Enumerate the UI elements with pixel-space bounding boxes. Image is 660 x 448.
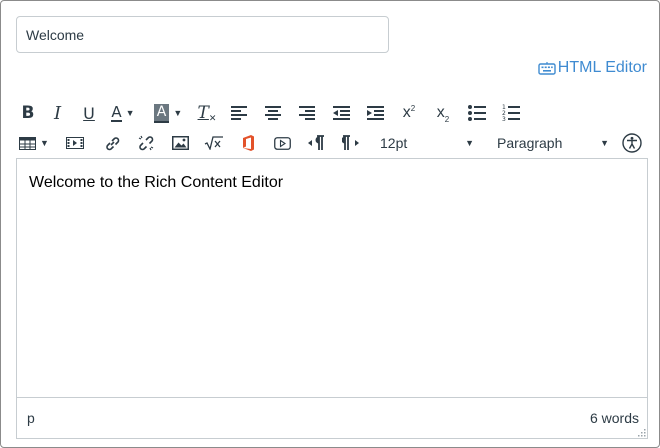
table-icon: [19, 136, 37, 150]
chevron-down-icon: ▼: [465, 138, 474, 148]
numbered-list-button[interactable]: 123: [494, 100, 528, 126]
underline-label: U: [83, 103, 95, 123]
superscript-button[interactable]: x 2: [392, 100, 426, 126]
table-button[interactable]: ▼: [17, 130, 51, 156]
font-size-value: 12pt: [380, 135, 408, 151]
editor-paragraph: Welcome to the Rich Content Editor: [29, 174, 284, 191]
insert-toolbar: ▼ 12pt ▼ Paragraph ▼: [17, 130, 649, 156]
font-size-select[interactable]: 12pt ▼: [370, 130, 484, 156]
media-button[interactable]: [55, 130, 95, 156]
film-icon: [66, 137, 84, 149]
subscript-button[interactable]: x 2: [426, 100, 460, 126]
italic-label: I: [53, 102, 62, 124]
chevron-down-icon: ▼: [40, 138, 49, 148]
align-center-button[interactable]: [256, 100, 290, 126]
rtl-pilcrow-icon: [341, 135, 359, 150]
clear-x-icon: ✕: [208, 112, 217, 123]
align-center-icon: [265, 106, 281, 120]
superscript-mark: 2: [410, 103, 416, 113]
align-left-button[interactable]: [222, 100, 256, 126]
html-editor-link[interactable]: HTML Editor: [538, 58, 647, 78]
align-right-icon: [299, 106, 315, 120]
underline-button[interactable]: U: [74, 100, 104, 126]
text-color-label: A: [111, 102, 122, 122]
numbered-list-icon: 123: [502, 104, 520, 122]
italic-button[interactable]: I: [41, 100, 74, 126]
indent-button[interactable]: [358, 100, 392, 126]
unlink-icon: [138, 135, 154, 151]
chevron-down-icon: ▼: [600, 138, 609, 148]
rich-content-editor-area[interactable]: Welcome to the Rich Content Editor: [16, 158, 648, 398]
background-color-button[interactable]: A ▼: [148, 100, 188, 126]
square-root-icon: [204, 136, 223, 150]
play-video-icon: [273, 136, 291, 150]
bold-label: B: [21, 103, 35, 123]
bullet-list-button[interactable]: [460, 100, 494, 126]
formatting-toolbar: B I U A ▼ A ▼ T ✕ x 2 x 2 1 2 3: [17, 100, 528, 126]
rtl-direction-button[interactable]: [333, 130, 367, 156]
accessibility-icon: [622, 133, 642, 153]
element-path[interactable]: p: [27, 410, 35, 426]
office-365-button[interactable]: [231, 130, 265, 156]
align-left-icon: [231, 106, 247, 120]
link-button[interactable]: [95, 130, 129, 156]
html-editor-label: HTML Editor: [557, 59, 647, 76]
outdent-button[interactable]: [324, 100, 358, 126]
office-icon: [242, 135, 254, 151]
resize-handle-icon[interactable]: [636, 427, 646, 437]
subscript-mark: 2: [444, 114, 450, 124]
keyboard-icon: [538, 62, 556, 75]
accessibility-checker-button[interactable]: [615, 130, 649, 156]
image-icon: [171, 136, 189, 150]
chevron-down-icon: ▼: [125, 108, 135, 118]
block-format-select[interactable]: Paragraph ▼: [487, 130, 609, 156]
editor-statusbar: p 6 words: [16, 398, 648, 439]
text-color-button[interactable]: A ▼: [104, 100, 142, 126]
ltr-direction-button[interactable]: [299, 130, 333, 156]
block-format-value: Paragraph: [497, 135, 563, 151]
ltr-pilcrow-icon: [307, 135, 324, 150]
subscript-label: x: [436, 104, 445, 121]
superscript-label: x: [402, 104, 411, 121]
link-icon: [105, 136, 119, 150]
clear-formatting-label: T: [197, 103, 209, 123]
word-count: 6 words: [589, 410, 639, 426]
editor-panel: HTML Editor B I U A ▼ A ▼ T ✕: [0, 0, 660, 448]
image-button[interactable]: [163, 130, 197, 156]
indent-icon: [366, 106, 384, 120]
outdent-icon: [332, 106, 350, 120]
youtube-button[interactable]: [265, 130, 299, 156]
bold-button[interactable]: B: [17, 100, 39, 126]
unlink-button[interactable]: [129, 130, 163, 156]
title-input[interactable]: [16, 16, 389, 53]
align-right-button[interactable]: [290, 100, 324, 126]
chevron-down-icon: ▼: [173, 108, 183, 118]
clear-formatting-button[interactable]: T ✕: [192, 100, 222, 126]
background-color-label: A: [153, 103, 170, 123]
bullet-list-icon: [468, 105, 486, 121]
svg-text:3: 3: [502, 116, 506, 122]
equation-button[interactable]: [197, 130, 231, 156]
